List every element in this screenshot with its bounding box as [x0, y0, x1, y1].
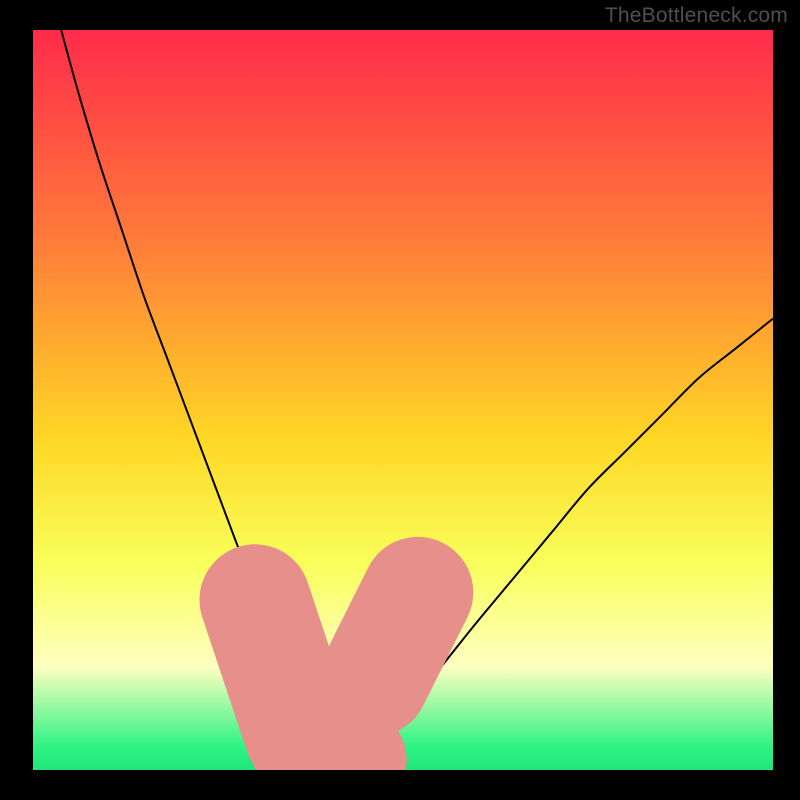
marker-right-threshold: [373, 592, 417, 681]
watermark-text: TheBottleneck.com: [605, 4, 788, 28]
plot-area: [33, 30, 773, 770]
marker-valley-floor: [314, 760, 351, 764]
plot-svg: [33, 30, 773, 770]
chart-frame: TheBottleneck.com: [0, 0, 800, 800]
